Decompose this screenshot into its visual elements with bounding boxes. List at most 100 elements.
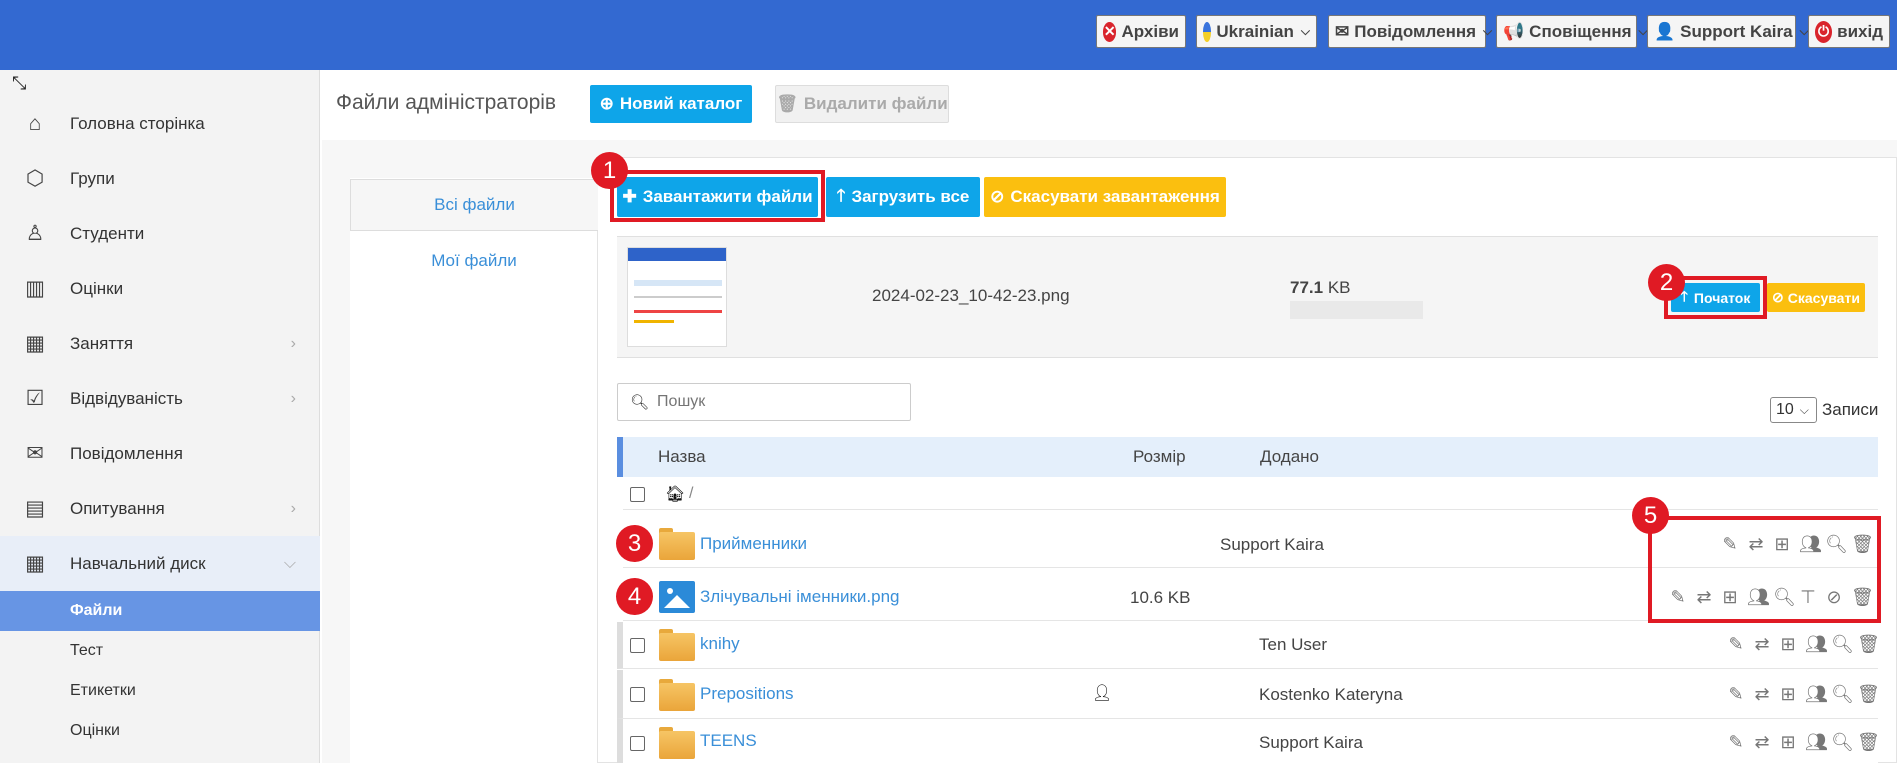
sidebar-item-lessons[interactable]: ▦ Заняття ›	[0, 316, 320, 371]
annotation-badge-5: 5	[1632, 497, 1669, 534]
delete-files-label: Видалити файли	[803, 94, 948, 113]
survey-icon: ▤	[25, 496, 45, 520]
sidebar-item-home[interactable]: ⌂ Головна сторінка	[0, 96, 320, 151]
chevron-down-icon: ⌵	[1799, 402, 1809, 417]
row-checkbox[interactable]	[630, 638, 645, 653]
upload-file-size-unit: KB	[1327, 278, 1351, 297]
row-checkbox[interactable]	[630, 736, 645, 751]
grades-icon: ▥	[25, 276, 45, 300]
file-name-link[interactable]: Злічувальні іменники.png	[700, 587, 900, 607]
trash-icon[interactable]: 🗑︎	[1857, 684, 1880, 705]
sidebar-item-surveys[interactable]: ▤ Опитування ›	[0, 481, 320, 536]
users-icon[interactable]: 👥︎	[1805, 732, 1828, 753]
user-icon: 👤	[1654, 21, 1676, 41]
home-icon[interactable]: 🏠︎	[665, 484, 685, 504]
header-name[interactable]: Назва	[658, 447, 706, 467]
power-icon: ⏻	[1815, 20, 1833, 43]
plus-square-icon[interactable]: ⊞	[1779, 732, 1797, 753]
file-name-link[interactable]: Prepositions	[700, 684, 794, 704]
calendar-icon: ▦	[25, 551, 45, 575]
cancel-upload-button[interactable]: ⊘ Скасувати завантаження	[984, 177, 1226, 217]
archives-button[interactable]: ✕ Архіви	[1096, 15, 1186, 48]
notifications-dropdown[interactable]: 📢 Сповіщення ⌵	[1496, 15, 1648, 48]
upload-progress-bar	[1290, 301, 1423, 319]
sidebar-subitem-labels[interactable]: Етикетки	[0, 671, 320, 711]
upload-all-button[interactable]: 🡑 Загрузить все	[826, 177, 980, 217]
collapse-icon[interactable]: ⤡	[12, 73, 26, 94]
chevron-down-icon: ⌵	[1300, 24, 1310, 38]
sidebar-item-label: Опитування	[70, 498, 165, 518]
pencil-icon[interactable]: ✎	[1727, 732, 1745, 753]
messages-dropdown[interactable]: ✉ Повідомлення ⌵	[1328, 15, 1492, 48]
search-field[interactable]: 🔍︎	[617, 383, 911, 421]
new-folder-button[interactable]: ⊕ Новий каталог	[590, 85, 752, 123]
new-folder-label: Новий каталог	[619, 94, 743, 113]
row-checkbox[interactable]	[630, 687, 645, 702]
sidebar-subitem-files[interactable]: Файли	[0, 591, 320, 631]
sidebar-item-groups[interactable]: ⬡ Групи	[0, 151, 320, 206]
added-by: Ten User	[1259, 635, 1328, 654]
upload-file-size-value: 77.1	[1290, 278, 1324, 297]
chevron-right-icon: ›	[290, 499, 296, 517]
logout-button[interactable]: ⏻ вихід	[1808, 15, 1890, 48]
search-icon: 🔍︎	[630, 394, 650, 411]
plus-square-icon[interactable]: ⊞	[1779, 634, 1797, 655]
pencil-icon[interactable]: ✎	[1727, 684, 1745, 705]
sidebar-item-label: Оцінки	[70, 278, 124, 298]
annotation-box-5	[1648, 516, 1881, 623]
breadcrumb: /	[689, 485, 694, 502]
exchange-icon[interactable]: ⇄	[1753, 634, 1771, 655]
delete-files-button[interactable]: 🗑 Видалити файли	[775, 85, 949, 123]
search-icon[interactable]: 🔍︎	[1831, 634, 1854, 655]
sidebar-item-learning-disk[interactable]: ▦ Навчальний диск ⌵	[0, 536, 320, 591]
sidebar-item-attendance[interactable]: ☑ Відвідуваність ›	[0, 371, 320, 426]
file-name-link[interactable]: TEENS	[700, 731, 757, 751]
file-name-link[interactable]: Прийменники	[700, 534, 807, 554]
folder-icon	[659, 727, 695, 759]
exchange-icon[interactable]: ⇄	[1753, 732, 1771, 753]
header-size[interactable]: Розмір	[1133, 447, 1186, 467]
sidebar-item-students[interactable]: ♙ Студенти	[0, 206, 320, 261]
trash-icon[interactable]: 🗑︎	[1857, 732, 1880, 753]
annotation-badge-4: 4	[616, 578, 653, 615]
user-dropdown[interactable]: 👤 Support Kaira ⌵	[1647, 15, 1809, 48]
select-all-checkbox[interactable]	[630, 487, 645, 502]
sidebar-item-label: Відвідуваність	[70, 388, 183, 408]
per-page-label: Записи	[1822, 400, 1879, 419]
file-name-link[interactable]: knihy	[700, 634, 740, 654]
trash-icon: 🗑	[776, 94, 798, 113]
language-dropdown[interactable]: Ukrainian ⌵	[1196, 15, 1317, 48]
upload-all-label: Загрузить все	[851, 187, 970, 206]
header-added[interactable]: Додано	[1260, 447, 1319, 467]
sidebar-subitem-grades[interactable]: Оцінки	[0, 711, 320, 751]
table-row[interactable]: knihy Ten User ✎ ⇄ ⊞ 👥︎ 🔍︎ 🗑︎	[617, 622, 1880, 669]
row-actions: ✎ ⇄ ⊞ 👥︎ 🔍︎ 🗑︎	[1727, 684, 1880, 705]
search-icon[interactable]: 🔍︎	[1831, 732, 1854, 753]
sidebar-item-messages[interactable]: ✉ Повідомлення	[0, 426, 320, 481]
sidebar-subitem-test[interactable]: Тест	[0, 631, 320, 671]
chevron-right-icon: ›	[290, 389, 296, 407]
annotation-badge-1: 1	[591, 152, 628, 189]
chevron-down-icon: ⌵	[1483, 24, 1493, 38]
row-actions: ✎ ⇄ ⊞ 👥︎ 🔍︎ 🗑︎	[1727, 634, 1880, 655]
users-icon[interactable]: 👥︎	[1805, 634, 1828, 655]
megaphone-icon: 📢	[1503, 21, 1525, 41]
cancel-upload-label: Скасувати завантаження	[1010, 187, 1220, 206]
plus-square-icon[interactable]: ⊞	[1779, 684, 1797, 705]
table-row[interactable]: TEENS Support Kaira ✎ ⇄ ⊞ 👥︎ 🔍︎ 🗑︎	[617, 719, 1880, 763]
trash-icon[interactable]: 🗑︎	[1857, 634, 1880, 655]
cancel-file-button[interactable]: ⊘ Скасувати	[1767, 283, 1865, 312]
users-icon[interactable]: 👥︎	[1805, 684, 1828, 705]
tab-my-files[interactable]: Мої файли	[350, 236, 598, 286]
tab-all-files[interactable]: Всі файли	[350, 179, 598, 231]
table-row[interactable]: Prepositions 👤︎ Kostenko Kateryna ✎ ⇄ ⊞ …	[617, 670, 1880, 719]
search-icon[interactable]: 🔍︎	[1831, 684, 1854, 705]
per-page-select[interactable]: 10 ⌵	[1770, 397, 1817, 423]
sidebar-subitem-label: Файли	[70, 602, 123, 619]
cancel-file-label: Скасувати	[1787, 289, 1860, 306]
exchange-icon[interactable]: ⇄	[1753, 684, 1771, 705]
user-icon: ♙	[25, 221, 45, 245]
search-input[interactable]	[657, 393, 898, 411]
sidebar-item-grades[interactable]: ▥ Оцінки	[0, 261, 320, 316]
pencil-icon[interactable]: ✎	[1727, 634, 1745, 655]
